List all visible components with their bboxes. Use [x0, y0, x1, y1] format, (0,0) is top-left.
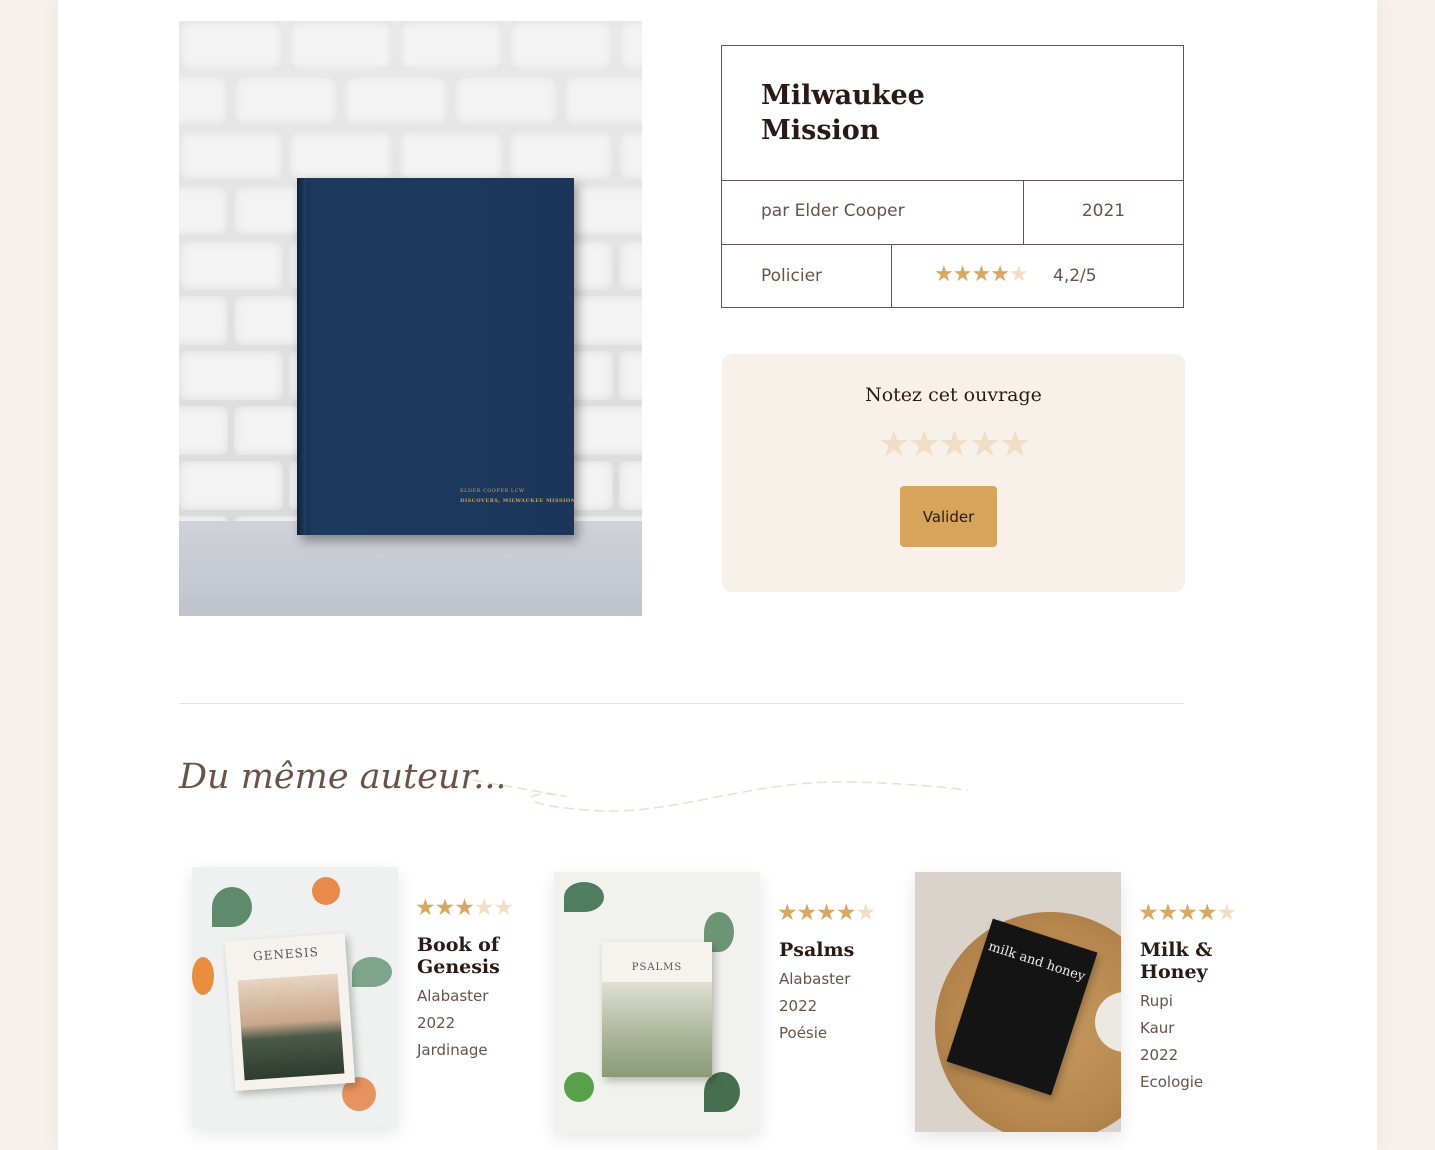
star-icon: ★ — [1008, 262, 1029, 287]
brick — [179, 351, 283, 400]
title-row: Milwaukee Mission — [722, 46, 1183, 181]
shelf-surface — [179, 521, 642, 616]
card-title: Milk & Honey — [1140, 939, 1213, 983]
star-icon: ★ — [990, 262, 1010, 287]
brick — [399, 21, 503, 70]
card-genre: Poésie — [779, 1024, 828, 1042]
card-rating-stars: ★★★★★ — [777, 900, 876, 926]
card-author: Alabaster — [417, 987, 489, 1005]
brick — [509, 131, 613, 180]
card-year: 2022 — [1140, 1046, 1179, 1064]
cover-author-text: ELDER COOPER LCW — [460, 488, 525, 494]
card-title: Book of Genesis — [417, 934, 500, 978]
brick — [179, 186, 228, 235]
brick — [179, 131, 283, 180]
book-cover-image: ELDER COOPER LCW DISCOVERS, MILWAUKEE MI… — [179, 21, 642, 616]
brick — [564, 76, 642, 125]
brick — [619, 351, 642, 400]
brick — [179, 241, 283, 290]
brick — [179, 21, 283, 70]
related-book-image: PSALMS — [554, 872, 760, 1132]
brick — [619, 131, 642, 180]
star-icon-3[interactable]: ★ — [938, 424, 970, 465]
star-icon-4[interactable]: ★ — [969, 424, 1001, 465]
brick — [619, 21, 642, 70]
cover-label: PSALMS — [631, 962, 683, 973]
brick — [454, 76, 558, 125]
rating-panel: Notez cet ouvrage ★★★★★ Valider — [722, 354, 1185, 592]
brick — [179, 76, 228, 125]
rating-stars: ★★★★★ — [934, 262, 1029, 287]
brick — [179, 406, 228, 455]
card-genre: Ecologie — [1140, 1073, 1204, 1091]
rating-value: 4,2/5 — [1053, 266, 1097, 286]
card-meta: Rupi Kaur 2022 Ecologie — [1140, 988, 1203, 1096]
related-heading: Du même auteur... — [179, 757, 507, 797]
brick — [179, 296, 228, 345]
brick — [344, 76, 448, 125]
card-rating-stars: ★★★★★ — [415, 895, 514, 921]
brick — [619, 241, 642, 290]
star-icon: ★ — [971, 262, 991, 287]
book-info-table: Milwaukee Mission par Elder Cooper 2021 P… — [721, 45, 1184, 308]
star-icon: ★ — [952, 262, 973, 287]
card-author: Rupi Kaur — [1140, 992, 1175, 1037]
book-year: 2021 — [1081, 201, 1126, 221]
star-icon-5[interactable]: ★ — [999, 424, 1031, 465]
author-year-row: par Elder Cooper 2021 — [722, 181, 1183, 245]
brick — [289, 131, 393, 180]
star-icon-2[interactable]: ★ — [908, 424, 940, 465]
card-genre: Jardinage — [417, 1041, 488, 1059]
brick — [564, 186, 642, 235]
rating-panel-title: Notez cet ouvrage — [865, 384, 1042, 406]
book-genre: Policier — [761, 266, 823, 286]
brick — [399, 131, 503, 180]
card-rating-stars: ★★★★★ — [1138, 900, 1237, 926]
brick — [234, 76, 338, 125]
related-book-image: milk and honey — [915, 872, 1121, 1132]
book-cover: ELDER COOPER LCW DISCOVERS, MILWAUKEE MI… — [297, 178, 576, 535]
card-year: 2022 — [779, 997, 818, 1015]
brick — [509, 21, 613, 70]
card-author: Alabaster — [779, 970, 851, 988]
star-icon-1[interactable]: ★ — [878, 424, 910, 465]
card-meta: Alabaster 2022 Jardinage — [417, 983, 488, 1064]
brick — [179, 461, 283, 510]
related-book-image: GENESIS — [192, 867, 398, 1127]
cover-label: GENESIS — [252, 944, 320, 964]
book-author: par Elder Cooper — [761, 201, 905, 221]
genre-rating-row: Policier ★★★★★ 4,2/5 — [722, 245, 1183, 307]
card-meta: Alabaster 2022 Poésie — [779, 966, 850, 1047]
star-icon: ★ — [934, 262, 954, 287]
page-container: ELDER COOPER LCW DISCOVERS, MILWAUKEE MI… — [58, 0, 1377, 1150]
brick — [619, 461, 642, 510]
card-title: Psalms — [779, 939, 855, 961]
brick — [289, 21, 393, 70]
submit-rating-button[interactable]: Valider — [900, 486, 997, 547]
section-divider — [179, 703, 1184, 704]
book-title: Milwaukee Mission — [761, 80, 925, 146]
brick — [564, 406, 642, 455]
divider — [891, 245, 892, 307]
rating-input-stars: ★★★★★ — [722, 424, 1185, 465]
cover-label: milk and honey — [986, 939, 1087, 985]
brick — [564, 296, 642, 345]
decorative-squiggle — [472, 779, 968, 812]
cover-title-text: DISCOVERS, MILWAUKEE MISSION — [460, 498, 576, 504]
card-year: 2022 — [417, 1014, 456, 1032]
